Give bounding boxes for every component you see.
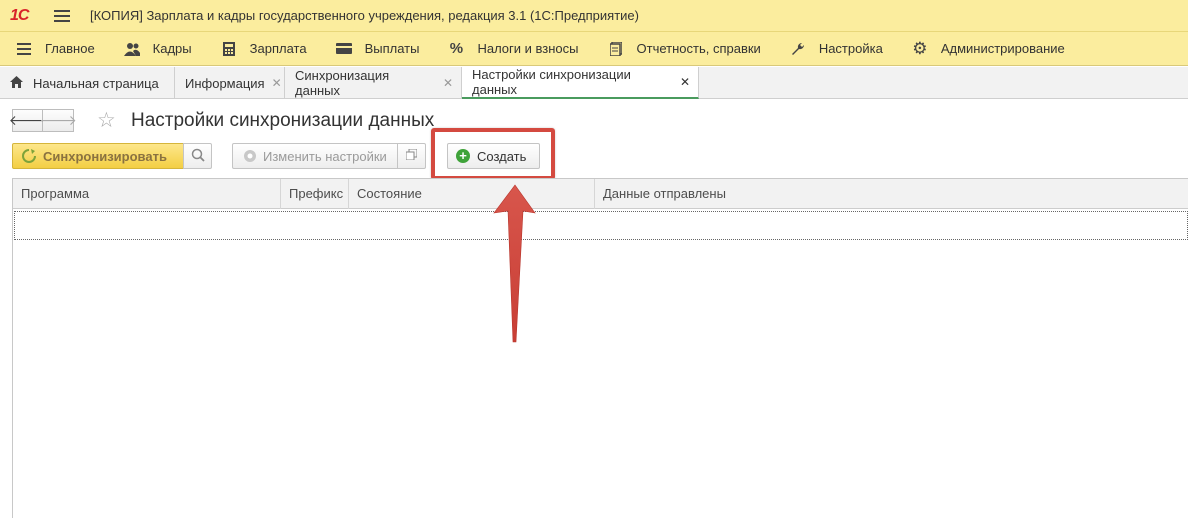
sync-search-button[interactable] xyxy=(183,143,212,169)
column-header-data-sent[interactable]: Данные отправлены xyxy=(595,179,1188,209)
copy-icon xyxy=(405,148,418,163)
menu-item-taxes[interactable]: % Налоги и взносы xyxy=(432,32,591,66)
menu-item-settings[interactable]: Настройка xyxy=(774,32,896,66)
wrench-icon xyxy=(790,41,806,57)
close-icon[interactable]: ✕ xyxy=(272,76,282,90)
table-row[interactable] xyxy=(14,211,1188,240)
window-title: [КОПИЯ] Зарплата и кадры государственног… xyxy=(90,8,639,23)
percent-icon: % xyxy=(449,40,464,57)
app-logo: 1С xyxy=(10,7,40,25)
edit-settings-label: Изменить настройки xyxy=(263,148,387,164)
sync-settings-table[interactable]: Программа Префикс Состояние Данные отпра… xyxy=(12,178,1188,518)
arrow-right-icon: 🡒 xyxy=(39,112,77,128)
settings-icon xyxy=(242,148,258,164)
menu-item-main[interactable]: Главное xyxy=(0,32,108,66)
hamburger-icon xyxy=(16,41,32,57)
tab-info[interactable]: Информация ✕ xyxy=(175,67,285,99)
report-icon xyxy=(608,41,624,57)
logo-text: 1С xyxy=(10,6,29,24)
sections-menu: Главное Кадры Зарплата Выплаты % Налоги … xyxy=(0,32,1188,66)
close-icon[interactable]: ✕ xyxy=(443,76,453,90)
title-bar: 1С [КОПИЯ] Зарплата и кадры государствен… xyxy=(0,0,1188,32)
edit-settings-button[interactable]: Изменить настройки xyxy=(232,143,398,169)
people-icon xyxy=(123,41,140,57)
menu-item-label: Налоги и взносы xyxy=(477,41,579,56)
menu-item-label: Настройка xyxy=(818,41,883,56)
search-icon xyxy=(191,148,205,165)
home-icon xyxy=(10,75,23,91)
tab-label: Синхронизация данных xyxy=(295,68,390,98)
tab-label: Настройки синхронизации данных xyxy=(472,67,631,97)
table-header: Программа Префикс Состояние Данные отпра… xyxy=(13,179,1188,209)
close-icon[interactable]: ✕ xyxy=(680,75,690,89)
menu-item-hr[interactable]: Кадры xyxy=(108,32,205,66)
favorite-star-icon[interactable]: ☆ xyxy=(97,109,116,132)
wallet-icon xyxy=(335,41,352,57)
sync-icon xyxy=(22,148,38,164)
page-title: Настройки синхронизации данных xyxy=(131,110,435,131)
tab-sync-settings[interactable]: Настройки синхронизации данных ✕ xyxy=(462,67,699,99)
menu-item-label: Администрирование xyxy=(940,41,1065,56)
calculator-icon xyxy=(221,41,237,57)
menu-item-label: Отчетность, справки xyxy=(636,41,761,56)
menu-item-label: Зарплата xyxy=(249,41,307,56)
tab-label: Начальная страница xyxy=(33,75,159,91)
main-menu-icon[interactable] xyxy=(54,9,70,22)
menu-item-reports[interactable]: Отчетность, справки xyxy=(592,32,774,66)
tab-label: Информация xyxy=(185,75,265,91)
create-button[interactable]: + Создать xyxy=(447,143,540,169)
tab-sync[interactable]: Синхронизация данных ✕ xyxy=(285,67,462,99)
open-windows-tabs: Начальная страница Информация ✕ Синхрони… xyxy=(0,67,1188,99)
create-label: Создать xyxy=(477,148,527,164)
gear-icon: ⚙ xyxy=(912,38,928,58)
tab-home[interactable]: Начальная страница xyxy=(0,67,175,99)
forward-button[interactable]: 🡒 xyxy=(39,109,77,132)
copy-button[interactable] xyxy=(397,143,426,169)
column-header-status[interactable]: Состояние xyxy=(349,179,595,209)
synchronize-label: Синхронизировать xyxy=(43,148,167,164)
plus-circle-icon: + xyxy=(456,149,470,163)
menu-item-admin[interactable]: ⚙ Администрирование xyxy=(896,32,1078,66)
menu-item-label: Кадры xyxy=(152,41,192,56)
menu-item-payments[interactable]: Выплаты xyxy=(320,32,433,66)
menu-item-label: Выплаты xyxy=(364,41,420,56)
menu-item-salary[interactable]: Зарплата xyxy=(205,32,320,66)
synchronize-button[interactable]: Синхронизировать xyxy=(12,143,184,169)
column-header-prefix[interactable]: Префикс xyxy=(281,179,349,209)
menu-item-label: Главное xyxy=(45,41,95,56)
navigation-buttons: 🡐 🡒 xyxy=(9,109,77,132)
column-header-program[interactable]: Программа xyxy=(13,179,281,209)
